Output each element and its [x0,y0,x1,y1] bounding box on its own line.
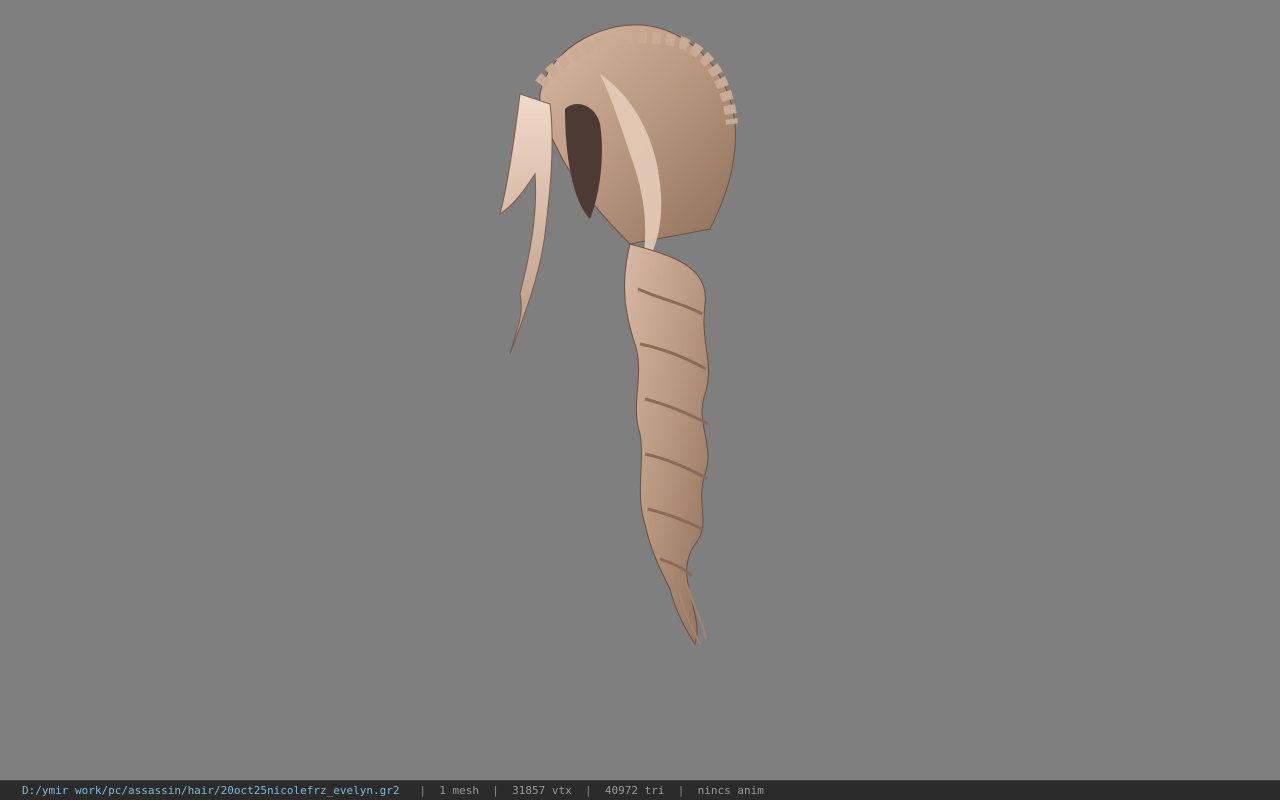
3d-viewport[interactable] [0,0,1280,780]
mesh-count: 1 mesh [439,784,479,797]
vertex-count: 31857 vtx [512,784,572,797]
status-separator: | [584,784,592,797]
anim-status: nincs anim [697,784,764,797]
status-separator: | [492,784,499,797]
status-separator: | [677,784,685,797]
file-path: D:/ymir work/pc/assassin/hair/20oct25nic… [22,784,400,797]
status-bar: D:/ymir work/pc/assassin/hair/20oct25nic… [0,780,1280,800]
triangle-count: 40972 tri [604,784,665,797]
hair-mesh-icon [499,24,738,646]
status-separator: | [419,784,426,797]
